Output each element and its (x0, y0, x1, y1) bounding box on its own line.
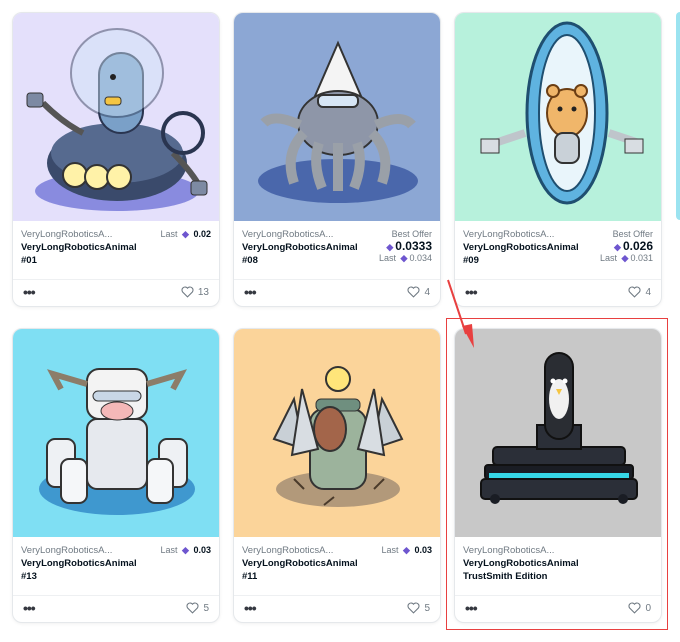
more-horizontal-icon[interactable]: ••• (23, 284, 36, 300)
collection-name[interactable]: VeryLongRoboticsA... (463, 229, 554, 240)
nft-card-08[interactable]: VeryLongRoboticsA... VeryLongRoboticsAni… (233, 12, 441, 307)
collection-name[interactable]: VeryLongRoboticsA... (21, 545, 112, 556)
offer-info: Best Offer ◆ 0.0333 Last ◆ 0.034 (379, 229, 432, 264)
last-price-value: 0.03 (193, 545, 211, 555)
nft-title[interactable]: VeryLongRoboticsAnimal (21, 558, 137, 569)
like-button[interactable]: 4 (628, 286, 651, 298)
robot-mole-illustration (234, 329, 440, 537)
nft-title[interactable]: VeryLongRoboticsAnimal (21, 242, 137, 253)
more-horizontal-icon[interactable]: ••• (244, 600, 257, 616)
card-divider (234, 279, 440, 280)
like-button[interactable]: 5 (407, 602, 430, 614)
heart-outline-icon (407, 602, 420, 614)
card-footer: ••• 13 (21, 283, 211, 303)
like-count: 5 (203, 602, 209, 614)
nft-token-id: #13 (21, 571, 37, 582)
like-count: 13 (197, 286, 209, 298)
like-button[interactable]: 13 (181, 286, 209, 298)
nft-token-id: #01 (21, 255, 37, 266)
last-price-label: Last (600, 253, 618, 263)
best-offer-label: Best Offer (612, 229, 653, 239)
last-price-value: 0.034 (409, 253, 432, 263)
offer-info: Best Offer ◆ 0.026 Last ◆ 0.031 (600, 229, 653, 264)
ethereum-icon: ◆ (182, 545, 189, 555)
nft-token-id: #09 (463, 255, 479, 266)
nft-token-id: #08 (242, 255, 258, 266)
ethereum-icon: ◆ (614, 242, 621, 252)
last-price-label: Last (381, 545, 399, 555)
annotation-highlight-box (446, 318, 668, 630)
card-divider (13, 595, 219, 596)
card-footer: ••• 5 (242, 599, 432, 619)
ethereum-icon: ◆ (386, 242, 394, 252)
ethereum-icon: ◆ (403, 545, 410, 555)
best-offer-value: 0.026 (622, 239, 653, 253)
nft-card-01[interactable]: VeryLongRoboticsA... VeryLongRoboticsAni… (12, 12, 220, 307)
best-offer-label: Best Offer (391, 229, 432, 239)
like-count: 4 (645, 286, 651, 298)
last-price-value: 0.03 (414, 545, 432, 555)
collection-name[interactable]: VeryLongRoboticsA... (242, 545, 333, 556)
ethereum-icon: ◆ (182, 229, 189, 239)
best-offer-value: 0.0333 (395, 239, 432, 253)
nft-image[interactable] (234, 329, 440, 537)
collection-name[interactable]: VeryLongRoboticsA... (242, 229, 333, 240)
heart-outline-icon (181, 286, 194, 298)
robot-hamster-illustration (455, 13, 661, 221)
last-price-value: 0.031 (630, 253, 653, 263)
heart-outline-icon (407, 286, 420, 298)
like-button[interactable]: 5 (186, 602, 209, 614)
card-footer: ••• 4 (242, 283, 432, 303)
last-price: Last ◆ 0.03 (382, 545, 433, 556)
nft-title[interactable]: VeryLongRoboticsAnimal (242, 558, 358, 569)
like-button[interactable]: 4 (407, 286, 430, 298)
nft-image[interactable] (455, 13, 661, 221)
card-footer: ••• 5 (21, 599, 211, 619)
last-price: Last ◆ 0.03 (161, 545, 212, 556)
nft-card-13[interactable]: VeryLongRoboticsA... VeryLongRoboticsAni… (12, 328, 220, 623)
robot-diver-illustration (13, 13, 219, 221)
heart-outline-icon (628, 286, 641, 298)
last-price: Last ◆ 0.02 (161, 229, 212, 240)
like-count: 5 (424, 602, 430, 614)
card-divider (13, 279, 219, 280)
nft-card-11[interactable]: VeryLongRoboticsA... VeryLongRoboticsAni… (233, 328, 441, 623)
nft-title[interactable]: VeryLongRoboticsAnimal (463, 242, 579, 253)
ethereum-icon: ◆ (400, 253, 408, 263)
nft-token-id: #11 (242, 571, 258, 582)
ethereum-icon: ◆ (621, 253, 629, 263)
annotation-arrow-icon (447, 279, 474, 348)
last-price-value: 0.02 (193, 229, 211, 239)
last-price-label: Last (160, 545, 178, 555)
last-price-label: Last (160, 229, 178, 239)
nft-image[interactable] (234, 13, 440, 221)
nft-title[interactable]: VeryLongRoboticsAnimal (242, 242, 358, 253)
card-footer: ••• 4 (463, 283, 653, 303)
more-horizontal-icon[interactable]: ••• (244, 284, 257, 300)
nft-image[interactable] (13, 13, 219, 221)
more-horizontal-icon[interactable]: ••• (23, 600, 36, 616)
last-price-label: Last (379, 253, 397, 263)
card-divider (455, 279, 661, 280)
robot-cow-illustration (13, 329, 219, 537)
like-count: 4 (424, 286, 430, 298)
robot-squid-illustration (234, 13, 440, 221)
nft-image[interactable] (13, 329, 219, 537)
nft-card-09[interactable]: VeryLongRoboticsA... VeryLongRoboticsAni… (454, 12, 662, 307)
card-divider (234, 595, 440, 596)
heart-outline-icon (186, 602, 199, 614)
next-card-edge[interactable] (676, 12, 680, 220)
collection-name[interactable]: VeryLongRoboticsA... (21, 229, 112, 240)
